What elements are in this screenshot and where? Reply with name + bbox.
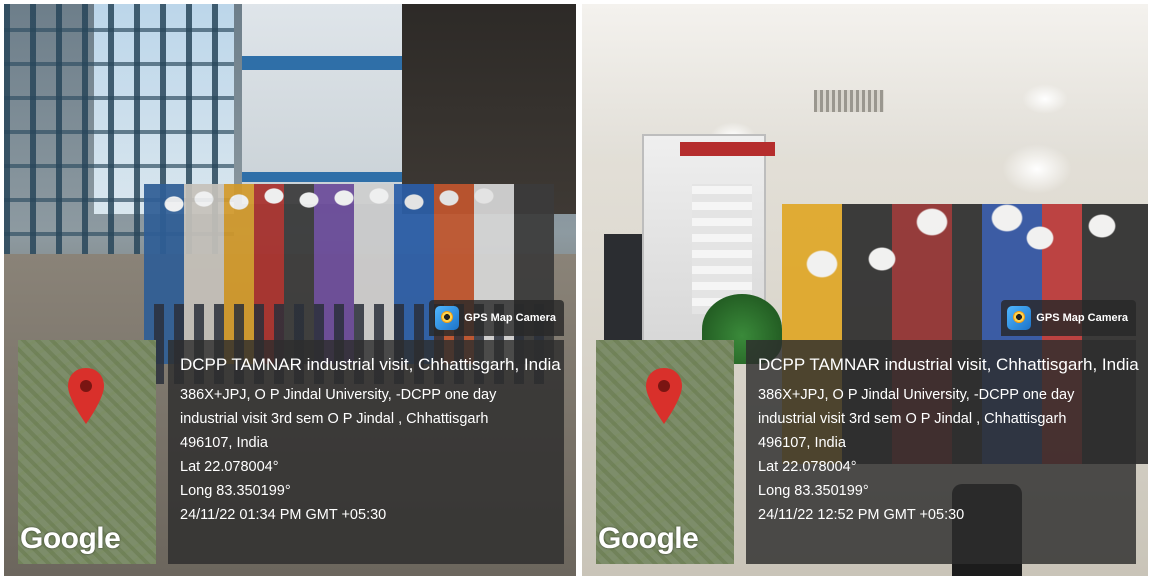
badge-label: GPS Map Camera: [1036, 312, 1128, 324]
longitude: Long 83.350199°: [758, 483, 869, 499]
map-thumbnail: Google: [596, 340, 734, 564]
latitude: Lat 22.078004°: [758, 459, 857, 475]
building-stripe: [242, 172, 402, 182]
indicator-strip: [680, 142, 775, 156]
building-stripe: [242, 56, 402, 70]
address-line: 386X+JPJ, O P Jindal University, -DCPP o…: [180, 387, 497, 403]
map-pin-icon: [68, 368, 104, 424]
map-brand-logo: Google: [20, 522, 121, 555]
address-line: 496107, India: [180, 435, 268, 451]
camera-app-icon: [1007, 306, 1032, 330]
equipment-rack: [604, 234, 644, 354]
map-thumbnail: Google: [18, 340, 156, 564]
gps-map-camera-badge: GPS Map Camera: [429, 300, 564, 336]
longitude: Long 83.350199°: [180, 483, 291, 499]
location-info-box: DCPP TAMNAR industrial visit, Chhattisga…: [746, 340, 1139, 564]
latitude: Lat 22.078004°: [180, 459, 279, 475]
camera-app-icon: [435, 306, 460, 330]
address-line: industrial visit 3rd sem O P Jindal , Ch…: [758, 411, 1067, 427]
timestamp: 24/11/22 12:52 PM GMT +05:30: [758, 507, 965, 523]
address-line: 386X+JPJ, O P Jindal University, -DCPP o…: [758, 387, 1075, 403]
ceiling-vent: [814, 90, 884, 112]
gps-map-camera-badge: GPS Map Camera: [1001, 300, 1136, 336]
map-brand-logo: Google: [598, 522, 699, 555]
location-title: DCPP TAMNAR industrial visit, Chhattisga…: [758, 355, 1139, 374]
ceiling-light: [1022, 84, 1068, 114]
badge-label: GPS Map Camera: [464, 312, 556, 324]
ceiling-light: [1002, 144, 1072, 194]
dark-building: [402, 4, 576, 214]
photo-right: GPS Map Camera Google DCPP TAMNAR indust…: [582, 4, 1148, 576]
timestamp: 24/11/22 01:34 PM GMT +05:30: [180, 507, 387, 523]
ceiling: [582, 4, 1148, 154]
address-line: 496107, India: [758, 435, 846, 451]
location-title: DCPP TAMNAR industrial visit, Chhattisga…: [180, 355, 561, 374]
map-pin-icon: [646, 368, 682, 424]
photo-left: GPS Map Camera Google DCPP TAMNAR indust…: [4, 4, 576, 576]
location-info-box: DCPP TAMNAR industrial visit, Chhattisga…: [168, 340, 564, 564]
address-line: industrial visit 3rd sem O P Jindal , Ch…: [180, 411, 489, 427]
